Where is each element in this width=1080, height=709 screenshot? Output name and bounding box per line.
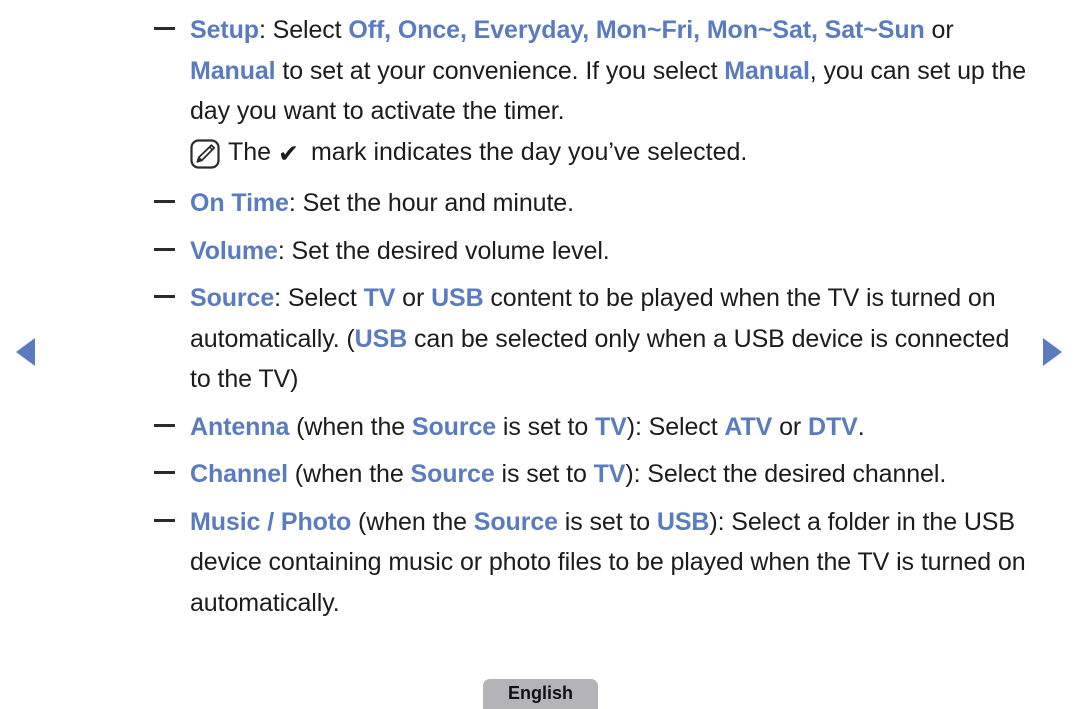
note-row: The ✔ mark indicates the day you’ve sele… xyxy=(150,132,1030,175)
list-item-setup: Setup: Select Off, Once, Everyday, Mon~F… xyxy=(150,10,1030,132)
antenna-text-1: (when the xyxy=(289,412,412,441)
antenna-kw-tv: TV xyxy=(595,412,627,441)
dash-bullet-icon xyxy=(154,247,175,251)
music-photo-text-2: is set to xyxy=(557,507,657,536)
setup-text-3: to set at your convenience. If you selec… xyxy=(275,56,725,85)
music-photo-text-1: (when the xyxy=(351,507,474,536)
dash-bullet-icon xyxy=(154,518,175,522)
term-volume: Volume xyxy=(190,236,278,265)
volume-text: : Set the desired volume level. xyxy=(277,236,610,265)
next-page-arrow[interactable] xyxy=(1043,338,1062,366)
term-antenna: Antenna xyxy=(190,412,290,441)
term-music-photo: Music / Photo xyxy=(190,507,352,536)
dash-bullet-icon xyxy=(154,423,175,427)
list-item-on-time: On Time: Set the hour and minute. xyxy=(150,183,1030,224)
dash-bullet-icon xyxy=(154,27,175,30)
on-time-text: : Set the hour and minute. xyxy=(288,189,574,217)
note-text-after: mark indicates the day you’ve selected. xyxy=(304,137,748,166)
dash-bullet-icon xyxy=(154,295,175,298)
note-text-before: The xyxy=(228,137,279,166)
antenna-kw-atv: ATV xyxy=(724,412,773,441)
source-kw-tv: TV xyxy=(363,284,396,312)
check-mark-icon: ✔ xyxy=(278,139,299,168)
source-text-2: or xyxy=(395,284,432,312)
setup-text-2: or xyxy=(924,16,954,44)
list-item-antenna: Antenna (when the Source is set to TV): … xyxy=(150,407,1030,448)
channel-kw-source: Source xyxy=(410,460,495,488)
source-kw-usb-1: USB xyxy=(431,284,484,312)
list-item-source: Source: Select TV or USB content to be p… xyxy=(150,278,1030,400)
dash-bullet-icon xyxy=(154,200,175,203)
antenna-kw-dtv: DTV xyxy=(808,412,858,441)
antenna-text-4: or xyxy=(772,412,808,441)
source-text-1: : Select xyxy=(274,284,364,312)
term-on-time: On Time xyxy=(190,189,289,217)
term-channel: Channel xyxy=(190,460,288,488)
antenna-kw-source: Source xyxy=(411,412,497,441)
antenna-text-5: . xyxy=(857,412,865,441)
setup-text-1: : Select xyxy=(258,16,349,44)
note-pen-icon xyxy=(190,138,220,169)
channel-text-2: is set to xyxy=(494,460,594,488)
channel-text-1: (when the xyxy=(287,460,411,488)
setup-options-1: Off, Once, Everyday, Mon~Fri, Mon~Sat, S… xyxy=(348,16,925,44)
antenna-text-3: ): Select xyxy=(626,412,725,441)
term-setup: Setup xyxy=(190,16,259,44)
manual-content: Setup: Select Off, Once, Everyday, Mon~F… xyxy=(150,10,1030,623)
channel-text-3: ): Select the desired channel. xyxy=(625,460,947,488)
manual-page: Setup: Select Off, Once, Everyday, Mon~F… xyxy=(0,0,1080,709)
list-item-music-photo: Music / Photo (when the Source is set to… xyxy=(150,502,1030,624)
setup-option-manual-2: Manual xyxy=(724,56,810,85)
channel-kw-tv: TV xyxy=(593,460,626,488)
term-source: Source xyxy=(190,284,275,312)
source-kw-usb-2: USB xyxy=(354,324,408,353)
list-item-volume: Volume: Set the desired volume level. xyxy=(150,231,1030,272)
antenna-text-2: is set to xyxy=(496,412,595,441)
music-photo-kw-usb: USB xyxy=(656,507,710,536)
list-item-channel: Channel (when the Source is set to TV): … xyxy=(150,454,1030,495)
setup-option-manual-1: Manual xyxy=(190,56,276,85)
music-photo-kw-source: Source xyxy=(473,507,558,536)
dash-bullet-icon xyxy=(154,471,175,474)
previous-page-arrow[interactable] xyxy=(16,338,35,366)
